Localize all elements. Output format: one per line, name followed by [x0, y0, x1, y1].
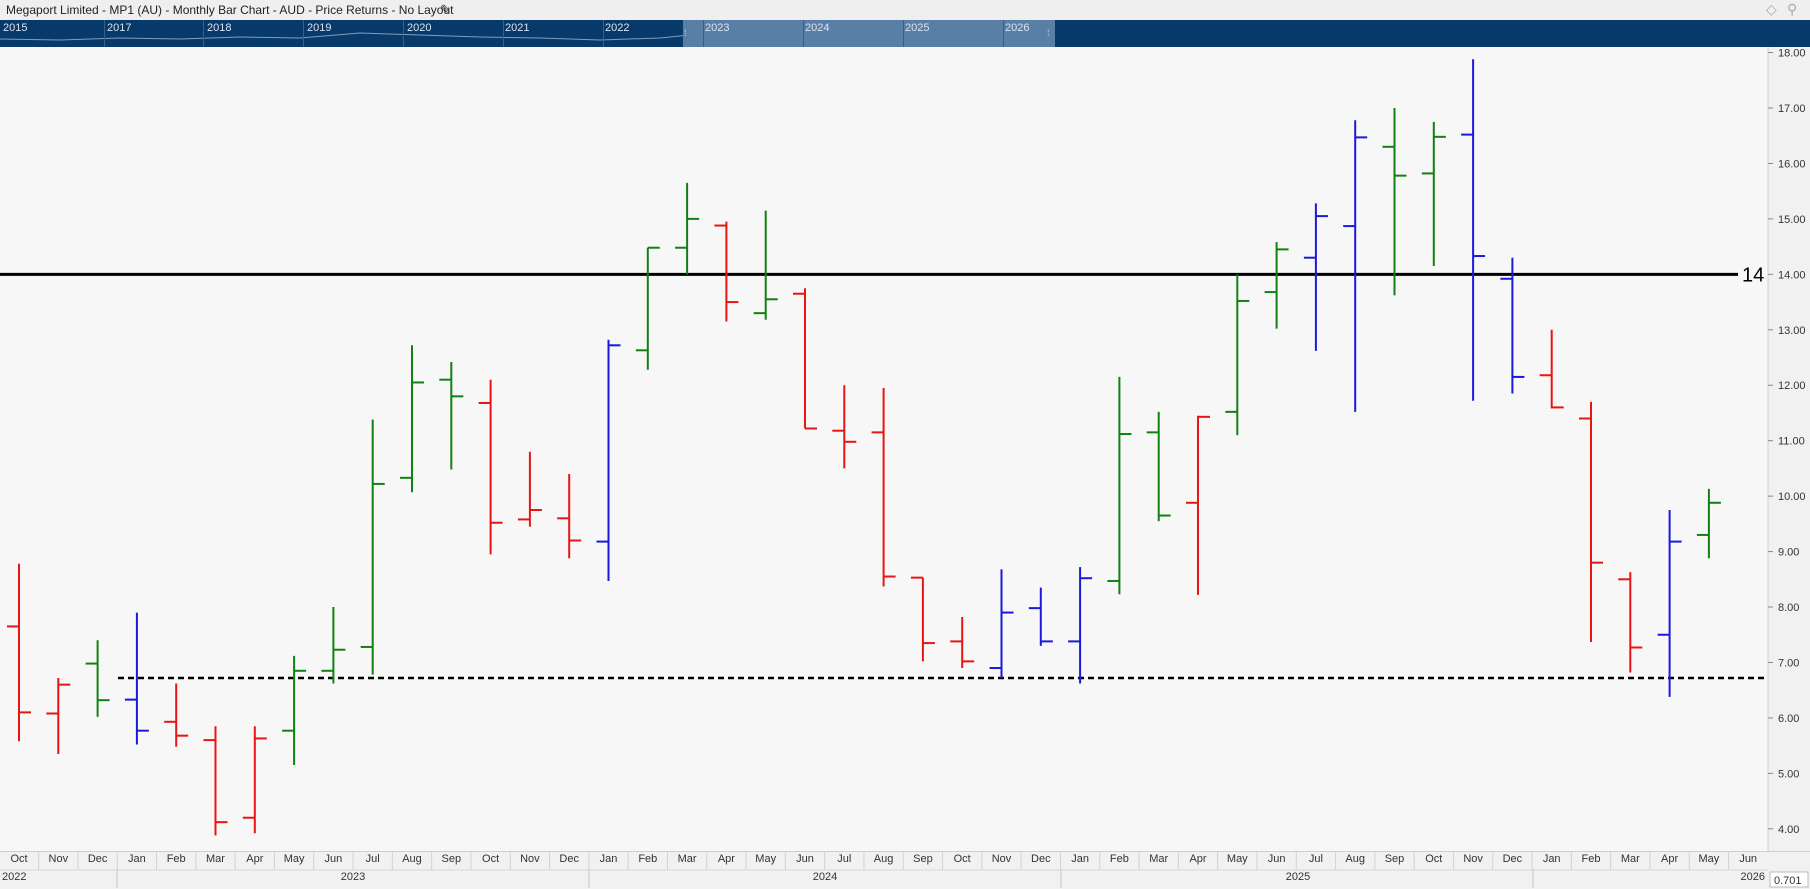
month-label: Mar [1149, 853, 1168, 865]
month-label: May [1699, 853, 1720, 865]
month-label: Dec [88, 853, 108, 865]
y-tick-label: 16.00 [1778, 158, 1806, 170]
horizontal-line-label: 14 [1742, 264, 1764, 286]
month-label: Jan [128, 853, 146, 865]
price-chart[interactable]: 4.00 5.00 6.00 7.00 8.00 9.00 10.00 11.00 12.00 1… [0, 0, 1810, 888]
month-label: Jun [325, 853, 343, 865]
month-label: Nov [1463, 853, 1483, 865]
month-label: Sep [913, 853, 933, 865]
y-tick-label: 15.00 [1778, 214, 1806, 226]
month-label: Oct [10, 853, 27, 865]
y-tick-label: 10.00 [1778, 491, 1806, 503]
y-tick-label: 5.00 [1778, 768, 1799, 780]
month-label: May [284, 853, 305, 865]
y-tick-label: 4.00 [1778, 824, 1799, 836]
y-tick-label: 17.00 [1778, 103, 1806, 115]
month-label: Jan [1071, 853, 1089, 865]
month-label: Jul [837, 853, 851, 865]
month-label: Jun [796, 853, 814, 865]
year-label: 2023 [341, 871, 365, 883]
month-label: Nov [520, 853, 540, 865]
month-label: Jun [1268, 853, 1286, 865]
month-label: Apr [1661, 853, 1678, 865]
month-label: Aug [1345, 853, 1365, 865]
month-label: Nov [992, 853, 1012, 865]
y-tick-label: 14.00 [1778, 269, 1806, 281]
y-tick-label: 12.00 [1778, 380, 1806, 392]
month-label: Oct [954, 853, 971, 865]
month-label: Apr [1189, 853, 1206, 865]
month-label: Feb [1110, 853, 1129, 865]
month-label: Feb [167, 853, 186, 865]
month-label: Mar [1621, 853, 1640, 865]
month-label: May [755, 853, 776, 865]
month-label: Mar [206, 853, 225, 865]
month-label: Jan [600, 853, 618, 865]
y-tick-label: 18.00 [1778, 48, 1806, 60]
month-label: Aug [402, 853, 422, 865]
y-tick-label: 9.00 [1778, 547, 1799, 559]
month-label: Feb [638, 853, 657, 865]
month-label: Aug [874, 853, 894, 865]
year-label: 2026 [1741, 871, 1765, 883]
month-label: Oct [482, 853, 499, 865]
y-tick-label: 13.00 [1778, 325, 1806, 337]
y-tick-label: 8.00 [1778, 602, 1799, 614]
year-label: 2022 [2, 871, 26, 883]
y-tick-label: 7.00 [1778, 657, 1799, 669]
month-label: Sep [1385, 853, 1405, 865]
month-label: Nov [49, 853, 69, 865]
month-label: Jan [1543, 853, 1561, 865]
month-label: Apr [718, 853, 735, 865]
month-label: Oct [1425, 853, 1442, 865]
corner-value: 0.701 [1774, 875, 1802, 887]
month-label: Apr [246, 853, 263, 865]
year-label: 2025 [1286, 871, 1310, 883]
month-label: Sep [442, 853, 462, 865]
month-label: Jun [1739, 853, 1757, 865]
y-tick-label: 11.00 [1778, 436, 1805, 448]
year-label: 2024 [813, 871, 837, 883]
month-label: Dec [559, 853, 579, 865]
month-label: Dec [1503, 853, 1523, 865]
month-label: Jul [1309, 853, 1323, 865]
month-label: Jul [366, 853, 380, 865]
y-tick-label: 6.00 [1778, 713, 1799, 725]
month-label: Dec [1031, 853, 1051, 865]
month-label: Mar [678, 853, 697, 865]
month-label: Feb [1582, 853, 1601, 865]
month-label: May [1227, 853, 1248, 865]
